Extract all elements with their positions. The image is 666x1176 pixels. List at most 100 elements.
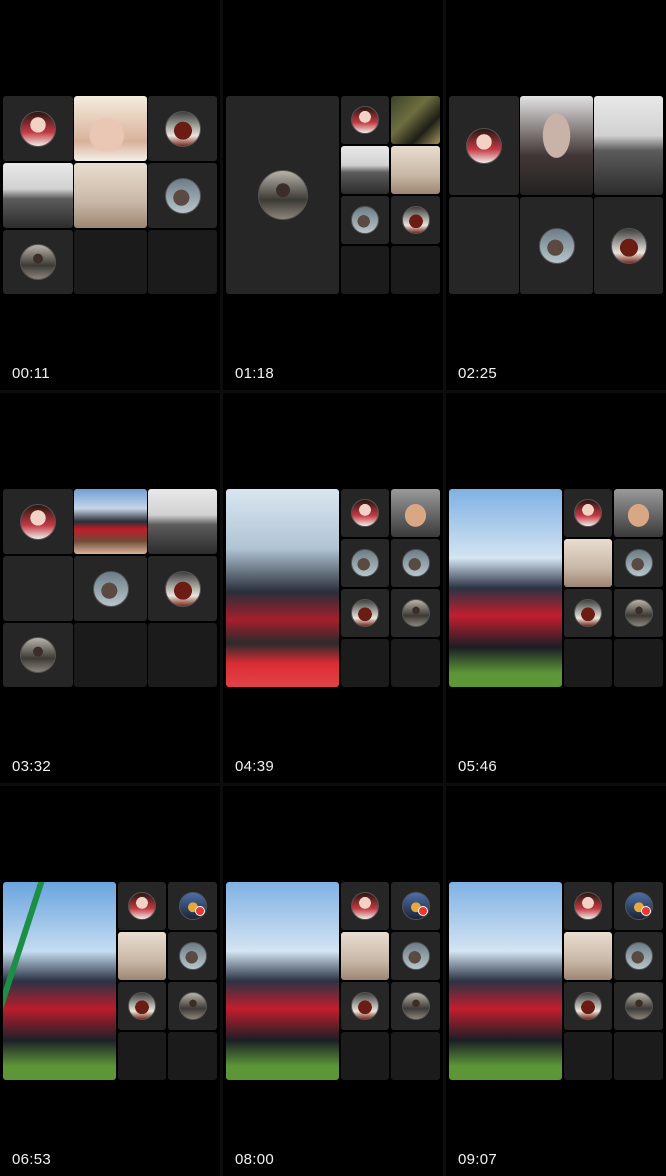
avatar	[401, 549, 430, 577]
avatar	[351, 106, 379, 134]
avatar	[574, 892, 602, 920]
timestamp: 08:00	[235, 1151, 275, 1168]
participant-tile[interactable]	[3, 489, 73, 554]
empty-tile	[614, 639, 663, 687]
participant-tile[interactable]	[148, 163, 217, 228]
empty-tile	[118, 1032, 166, 1080]
frame-cell: 01:18	[223, 0, 443, 390]
video-tile[interactable]	[341, 932, 389, 980]
video-tile[interactable]	[520, 96, 593, 195]
participant-tile[interactable]	[564, 882, 612, 930]
participant-tile[interactable]	[391, 982, 440, 1030]
empty-tile	[564, 639, 612, 687]
participant-tile[interactable]	[341, 882, 389, 930]
participant-tile[interactable]	[564, 489, 612, 537]
participant-tile[interactable]	[3, 623, 73, 687]
empty-tile	[391, 246, 440, 294]
video-tile[interactable]	[118, 932, 166, 980]
video-tile[interactable]	[391, 489, 440, 537]
video-tile[interactable]	[3, 163, 73, 228]
participant-tile[interactable]	[341, 196, 389, 244]
frame-cell: 06:53	[0, 786, 220, 1176]
avatar	[624, 599, 653, 627]
avatar	[574, 599, 602, 627]
empty-tile	[391, 1032, 440, 1080]
video-tile[interactable]	[3, 556, 73, 621]
participant-tile[interactable]	[391, 882, 440, 930]
frame-cell: 09:07	[446, 786, 666, 1176]
participant-tile[interactable]	[520, 197, 593, 294]
participant-tile[interactable]	[614, 932, 663, 980]
video-tile[interactable]	[74, 489, 147, 554]
participant-tile[interactable]	[118, 982, 166, 1030]
video-tile-pinned[interactable]	[449, 489, 562, 687]
participant-tile[interactable]	[168, 982, 217, 1030]
frame-cell: 08:00	[223, 786, 443, 1176]
avatar	[401, 942, 430, 970]
participant-tile[interactable]	[168, 882, 217, 930]
video-tile[interactable]	[564, 932, 612, 980]
empty-tile	[341, 639, 389, 687]
empty-tile	[148, 230, 217, 294]
participant-tile[interactable]	[594, 197, 663, 294]
video-tile-pinned[interactable]	[226, 882, 339, 1080]
avatar	[351, 499, 379, 527]
video-tile[interactable]	[341, 146, 389, 194]
participant-tile[interactable]	[391, 196, 440, 244]
frame-cell: 03:32	[0, 393, 220, 783]
avatar	[164, 177, 201, 214]
participant-tile[interactable]	[3, 96, 73, 161]
participant-tile-pinned[interactable]	[226, 96, 339, 294]
video-tile[interactable]	[564, 539, 612, 587]
empty-tile	[614, 1032, 663, 1080]
participant-tile[interactable]	[341, 539, 389, 587]
video-tile[interactable]	[74, 96, 147, 161]
video-call-frame-grid: 00:11 01:18 02:25 03:32 04:39 05:46 06:5…	[0, 0, 666, 1176]
participant-tile[interactable]	[148, 556, 217, 621]
video-tile[interactable]	[148, 489, 217, 554]
participant-tile[interactable]	[564, 982, 612, 1030]
participant-tile[interactable]	[118, 882, 166, 930]
participant-tile[interactable]	[391, 932, 440, 980]
video-tile-pinned[interactable]	[3, 882, 116, 1080]
video-tile-pinned[interactable]	[226, 489, 339, 687]
participant-tile[interactable]	[614, 589, 663, 637]
frame-cell: 05:46	[446, 393, 666, 783]
video-tile[interactable]	[391, 96, 440, 144]
participant-tile[interactable]	[168, 932, 217, 980]
recording-dot-icon	[418, 906, 428, 916]
recording-dot-icon	[641, 906, 651, 916]
participant-tile[interactable]	[614, 539, 663, 587]
participant-tile[interactable]	[564, 589, 612, 637]
avatar	[20, 503, 56, 540]
avatar	[351, 549, 379, 577]
participant-tile[interactable]	[341, 489, 389, 537]
video-tile[interactable]	[449, 197, 519, 294]
frame-cell: 04:39	[223, 393, 443, 783]
participant-tile[interactable]	[614, 982, 663, 1030]
avatar	[401, 206, 430, 234]
avatar	[20, 637, 56, 673]
participant-tile[interactable]	[391, 539, 440, 587]
participant-tile[interactable]	[3, 230, 73, 294]
timestamp: 02:25	[458, 365, 498, 382]
timestamp: 05:46	[458, 758, 498, 775]
avatar	[574, 499, 602, 527]
video-tile-pinned[interactable]	[449, 882, 562, 1080]
participant-tile[interactable]	[614, 882, 663, 930]
video-tile[interactable]	[614, 489, 663, 537]
avatar	[178, 992, 207, 1020]
participant-tile[interactable]	[148, 96, 217, 161]
video-tile[interactable]	[594, 96, 663, 195]
avatar	[351, 599, 379, 627]
participant-tile[interactable]	[341, 96, 389, 144]
video-tile[interactable]	[391, 146, 440, 194]
empty-tile	[564, 1032, 612, 1080]
participant-tile[interactable]	[341, 589, 389, 637]
video-tile[interactable]	[74, 163, 147, 228]
timestamp: 03:32	[12, 758, 52, 775]
participant-tile[interactable]	[74, 556, 147, 621]
participant-tile[interactable]	[449, 96, 519, 195]
participant-tile[interactable]	[391, 589, 440, 637]
participant-tile[interactable]	[341, 982, 389, 1030]
